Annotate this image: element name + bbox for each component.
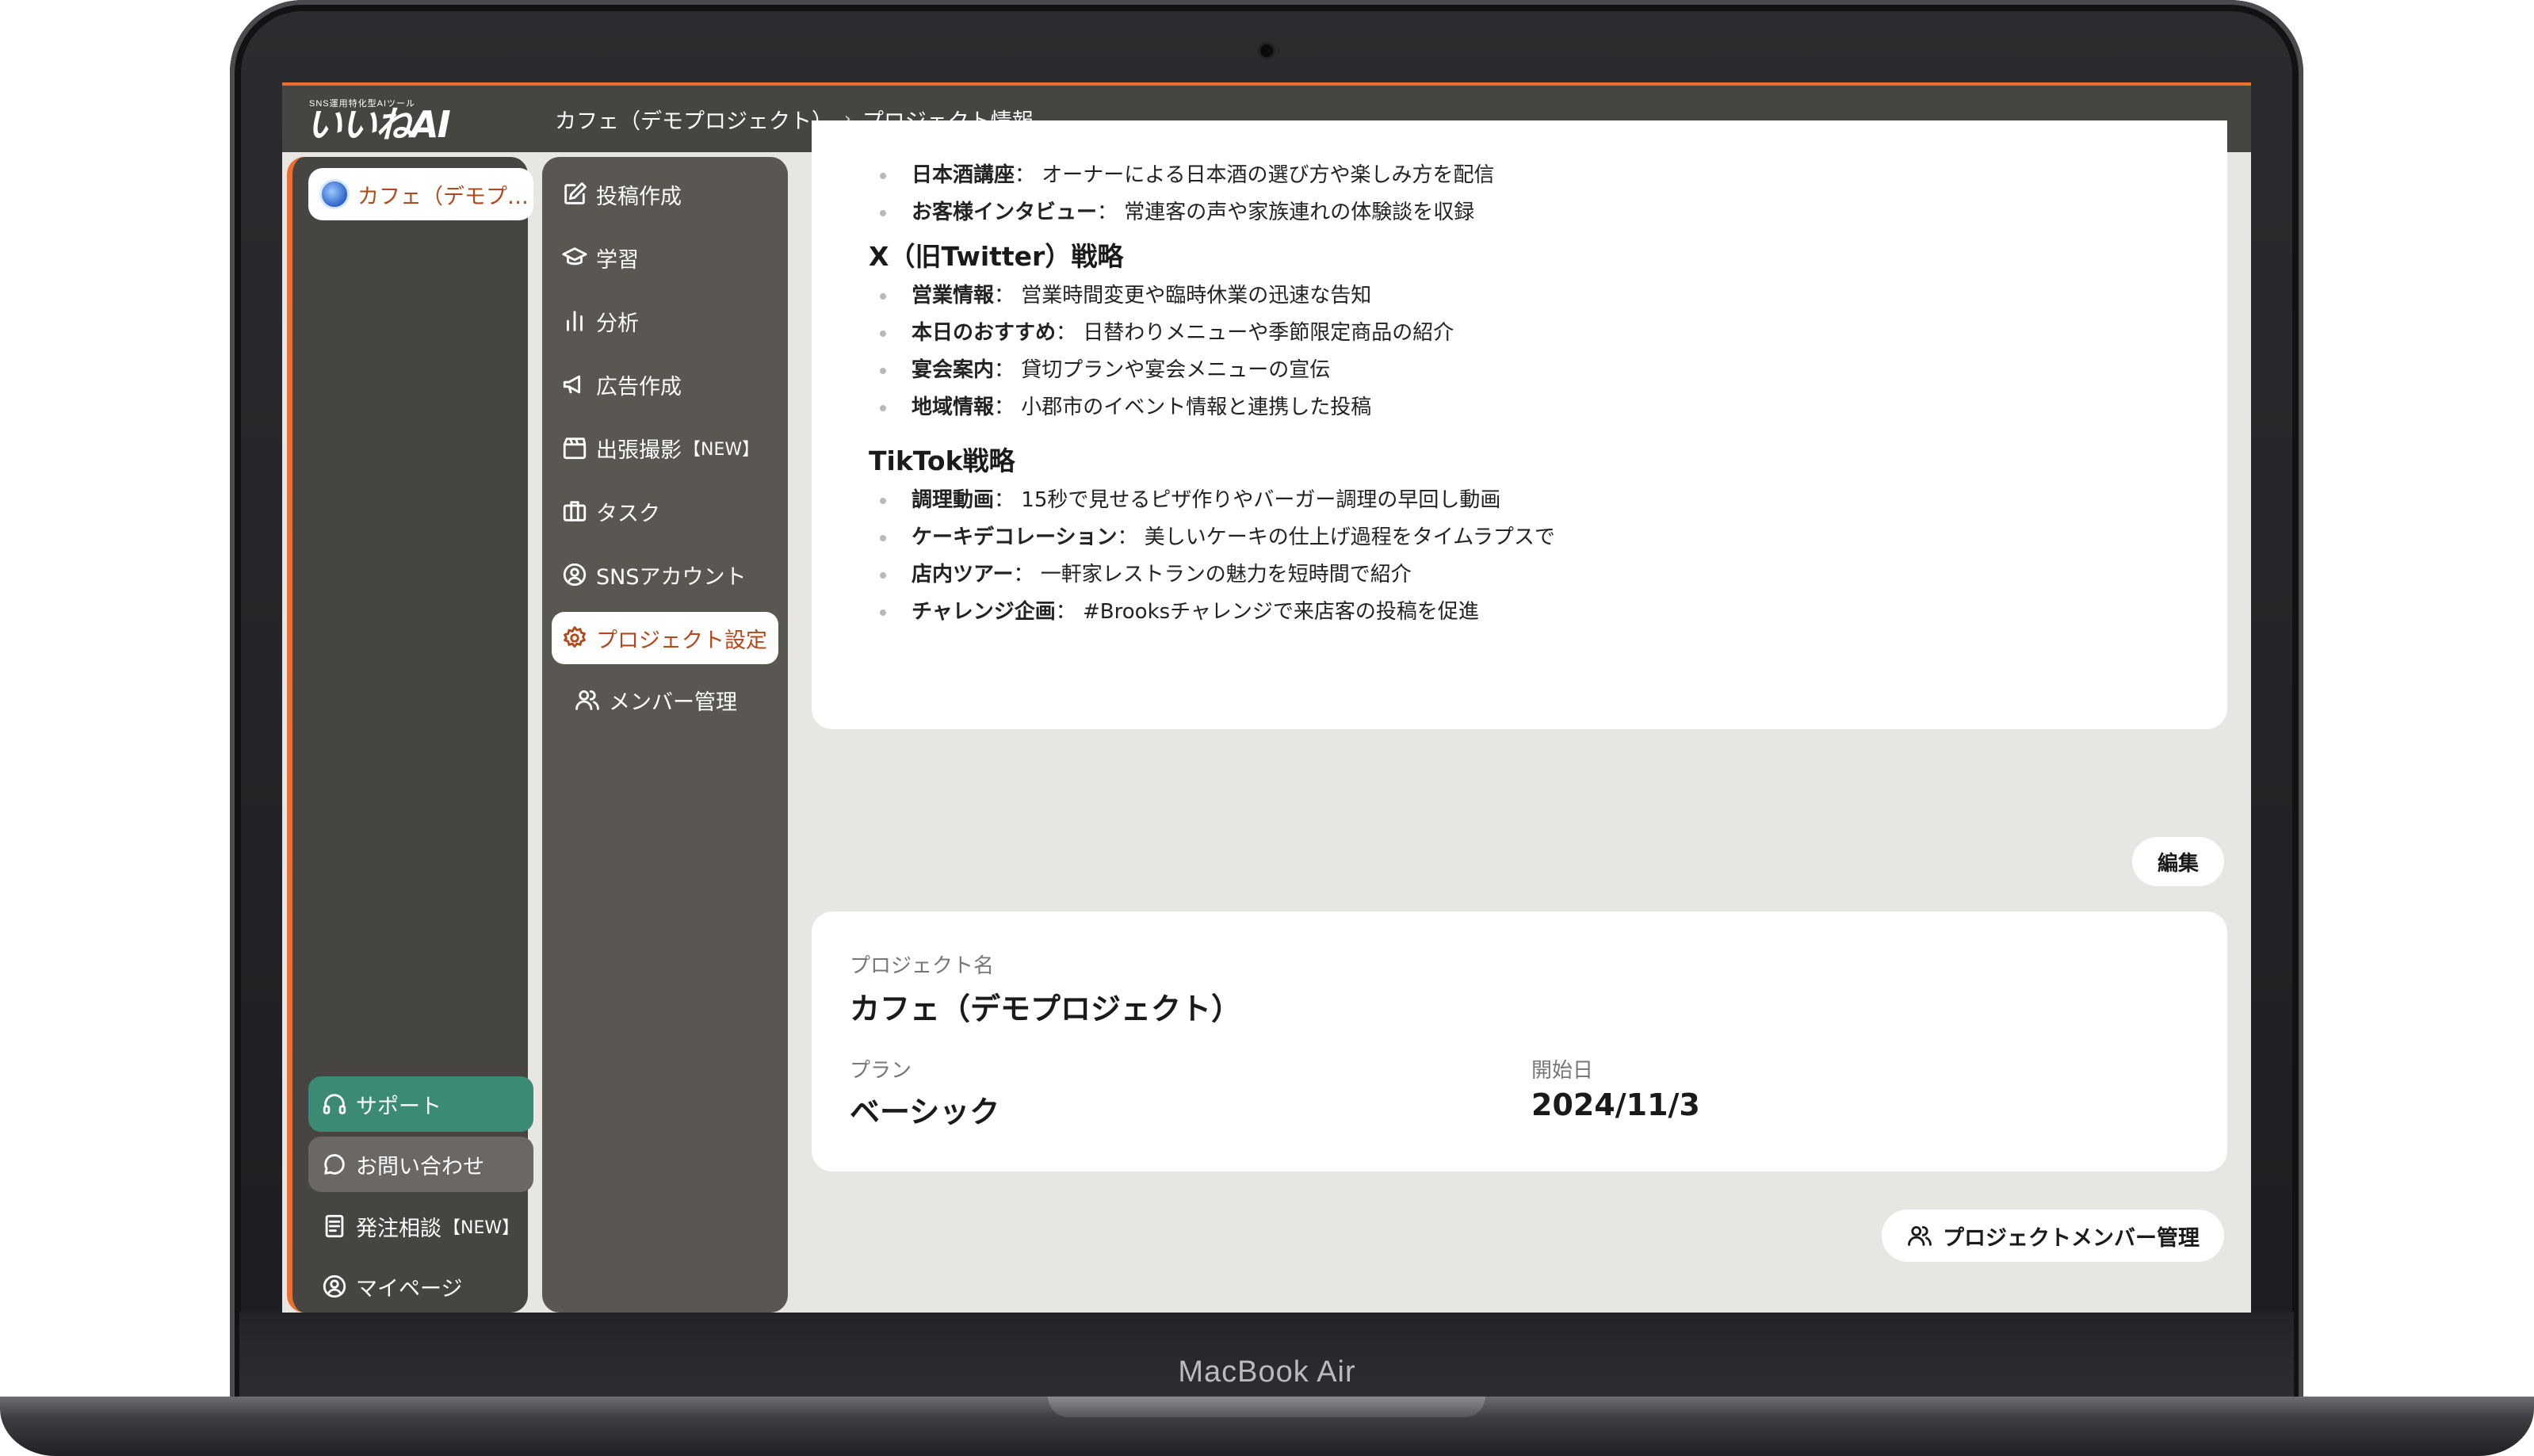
nav-label: プロジェクト設定	[596, 628, 767, 653]
list-item: 店内ツアー： 一軒家レストランの魅力を短時間で紹介	[869, 556, 1555, 594]
device-label: MacBook Air	[1178, 1355, 1356, 1389]
main-content: 日本酒講座： オーナーによる日本酒の選び方や楽しみ方を配信 お客様インタビュー：…	[812, 120, 2230, 1313]
list-item: ケーキデコレーション： 美しいケーキの仕上げ過程をタイムラプスで	[869, 519, 1555, 556]
nav-project-settings[interactable]: プロジェクト設定	[552, 612, 778, 664]
support-label: サポート	[356, 1094, 441, 1119]
plan-value: ベーシック	[850, 1095, 1000, 1129]
users-icon	[1908, 1225, 1932, 1246]
project-members-button[interactable]: プロジェクトメンバー管理	[1882, 1210, 2224, 1262]
instagram-strategy-tail: 日本酒講座： オーナーによる日本酒の選び方や楽しみ方を配信 お客様インタビュー：…	[869, 157, 1495, 231]
app-logo[interactable]: SNS運用特化型AIツール いいねAI	[306, 97, 464, 146]
start-date-value: 2024/11/3	[1531, 1087, 1700, 1122]
list-item: 営業情報： 営業時間変更や臨時休業の迅速な告知	[869, 277, 1454, 315]
nav-analytics[interactable]: 分析	[552, 295, 778, 347]
nav-label: 分析	[596, 311, 639, 336]
start-date-label: 開始日	[1531, 1059, 1594, 1083]
headset-icon	[323, 1094, 346, 1114]
tiktok-strategy-section: TikTok戦略 調理動画： 15秒で見せるピザ作りやバーガー調理の早回し動画 …	[869, 441, 1555, 631]
project-sidebar: カフェ（デモプ… サポート お問い合わせ 発注相談 【NEW】 マイページ	[287, 157, 533, 1313]
project-members-label: プロジェクトメンバー管理	[1943, 1225, 2200, 1251]
project-nav: 投稿作成 学習 分析 広告作成 出張撮影 【NEW】 タスク SNSアカウント	[542, 157, 788, 1313]
document-icon	[325, 1214, 344, 1238]
order-consult-button[interactable]: 発注相談 【NEW】	[308, 1198, 533, 1254]
laptop-hinge-notch	[1048, 1397, 1485, 1417]
nav-photo-shoot[interactable]: 出張撮影 【NEW】	[552, 422, 778, 474]
breadcrumb-project[interactable]: カフェ（デモプロジェクト）	[555, 104, 833, 135]
contact-label: お問い合わせ	[356, 1154, 484, 1179]
sns-strategy-card: 日本酒講座： オーナーによる日本酒の選び方や楽しみ方を配信 お客様インタビュー：…	[812, 120, 2227, 729]
nav-tasks[interactable]: タスク	[552, 485, 778, 537]
app-screen: SNS運用特化型AIツール いいねAI カフェ（デモプロジェクト） › プロジェ…	[282, 82, 2251, 1313]
nav-label: メンバー管理	[609, 690, 737, 715]
list-item: 日本酒講座： オーナーによる日本酒の選び方や楽しみ方を配信	[869, 157, 1495, 194]
new-badge: 【NEW】	[443, 1218, 520, 1238]
project-avatar	[319, 179, 350, 209]
user-circle-icon	[563, 563, 587, 587]
nav-sns-accounts[interactable]: SNSアカウント	[552, 548, 778, 601]
nav-label: タスク	[596, 501, 660, 526]
order-consult-label: 発注相談	[356, 1216, 441, 1241]
list-item: 宴会案内： 貸切プランや宴会メニューの宣伝	[869, 352, 1454, 389]
nav-label: 広告作成	[596, 374, 682, 399]
nav-label: 学習	[596, 247, 639, 273]
list-item: お客様インタビュー： 常連客の声や家族連れの体験談を収録	[869, 194, 1495, 231]
gear-icon	[564, 626, 586, 648]
x-strategy-section: X（旧Twitter）戦略 営業情報： 営業時間変更や臨時休業の迅速な告知 本日…	[869, 236, 1454, 426]
user-circle-icon	[323, 1274, 346, 1298]
list-item: チャレンジ企画： #Brooksチャレンジで来店客の投稿を促進	[869, 594, 1555, 631]
megaphone-icon	[563, 375, 581, 394]
graduation-cap-icon	[562, 247, 587, 266]
plan-label: プラン	[850, 1059, 912, 1083]
list-item: 本日のおすすめ： 日替わりメニューや季節限定商品の紹介	[869, 315, 1454, 352]
clapperboard-icon	[563, 438, 587, 460]
bar-chart-icon	[567, 311, 583, 331]
logo-text: いいねAI	[306, 103, 451, 146]
users-icon	[575, 690, 599, 710]
edit-button[interactable]: 編集	[2132, 837, 2224, 886]
edit-icon	[564, 182, 587, 204]
nav-post-create[interactable]: 投稿作成	[552, 168, 778, 220]
new-badge: 【NEW】	[683, 440, 760, 460]
support-button[interactable]: サポート	[308, 1076, 533, 1132]
nav-label: 投稿作成	[596, 184, 682, 209]
nav-learning[interactable]: 学習	[552, 231, 778, 284]
project-selector[interactable]: カフェ（デモプ…	[308, 168, 533, 220]
mypage-label: マイページ	[356, 1276, 463, 1301]
contact-button[interactable]: お問い合わせ	[308, 1137, 533, 1192]
list-item: 調理動画： 15秒で見せるピザ作りやバーガー調理の早回し動画	[869, 482, 1555, 519]
project-name-value: カフェ（デモプロジェクト）	[850, 992, 1242, 1026]
project-name-label: プロジェクト名	[850, 954, 995, 978]
project-selector-label: カフェ（デモプ…	[357, 184, 529, 209]
chat-bubble-icon	[324, 1154, 345, 1175]
section-title: TikTok戦略	[869, 445, 1015, 476]
list-item: 地域情報： 小郡市のイベント情報と連携した投稿	[869, 389, 1454, 426]
nav-label: 出張撮影	[596, 438, 682, 463]
mypage-button[interactable]: マイページ	[308, 1259, 533, 1313]
camera	[1260, 44, 1273, 57]
project-info-card: プロジェクト名 カフェ（デモプロジェクト） プラン ベーシック 開始日 2024…	[812, 911, 2227, 1171]
nav-ad-create[interactable]: 広告作成	[552, 358, 778, 411]
section-title: X（旧Twitter）戦略	[869, 241, 1124, 272]
briefcase-icon	[563, 501, 587, 522]
nav-member-management[interactable]: メンバー管理	[564, 674, 791, 726]
nav-label: SNSアカウント	[596, 564, 747, 590]
